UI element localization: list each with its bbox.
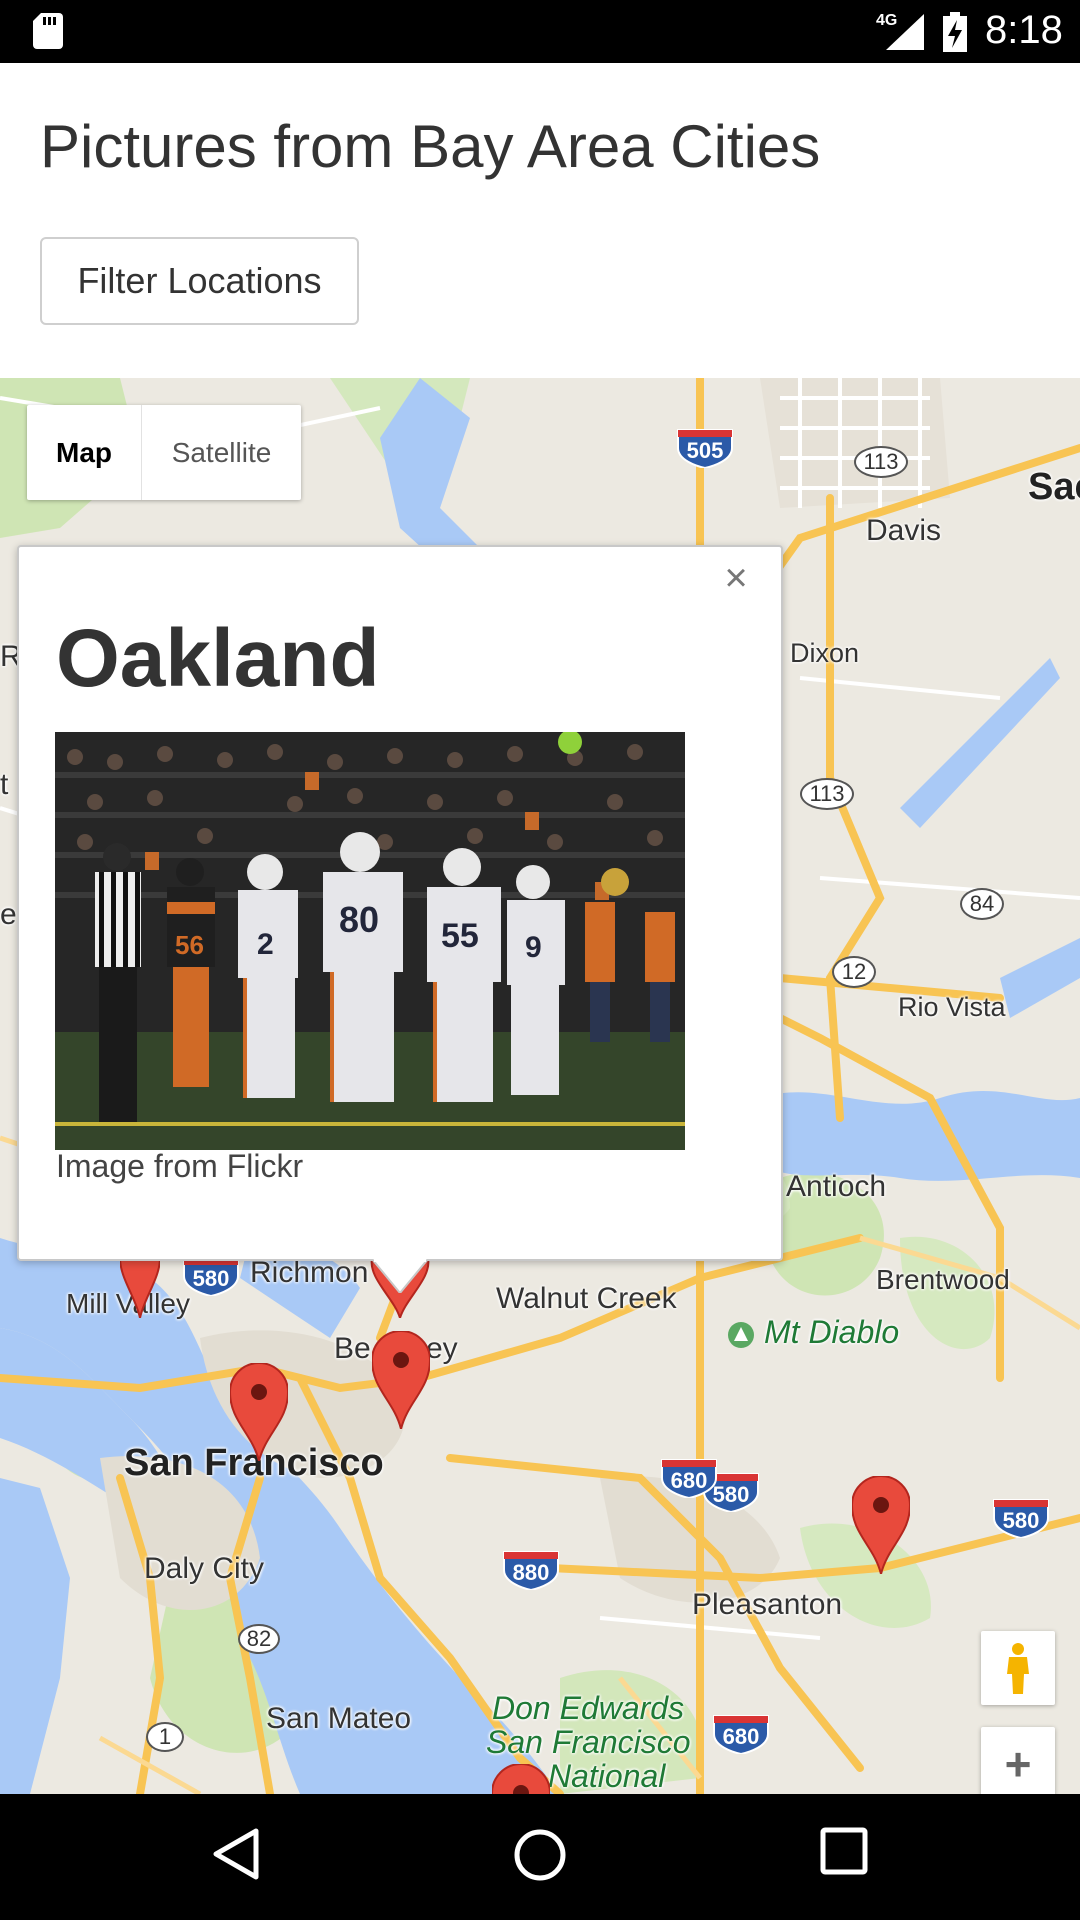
page-title: Pictures from Bay Area Cities bbox=[40, 113, 821, 180]
football-photo-image: 56 2 80 55 9 bbox=[55, 732, 685, 1150]
back-icon[interactable] bbox=[212, 1827, 260, 1881]
jersey-number: 2 bbox=[257, 928, 274, 961]
state-route-113-marker: 113 bbox=[854, 446, 908, 478]
navigation-bar bbox=[0, 1794, 1080, 1920]
interstate-505-shield: 505 bbox=[674, 424, 736, 473]
interstate-680-shield: 680 bbox=[658, 1454, 720, 1503]
recents-icon[interactable] bbox=[820, 1827, 868, 1875]
status-bar: 4G 8:18 bbox=[0, 0, 1080, 63]
signal-icon bbox=[886, 14, 924, 50]
map-label-don-edwards-2: San Francisco bbox=[486, 1724, 691, 1760]
state-route-113-marker: 113 bbox=[800, 778, 854, 810]
map-label-antioch: Antioch bbox=[786, 1170, 887, 1203]
map-label-don-edwards-3: National bbox=[548, 1758, 666, 1794]
interstate-880-shield: 880 bbox=[500, 1546, 562, 1595]
map-label-richmond: Richmon bbox=[250, 1256, 369, 1289]
map-label-sacramento: Sac bbox=[1028, 466, 1080, 508]
location-marker-mill-valley[interactable] bbox=[120, 1258, 160, 1318]
close-button[interactable]: × bbox=[718, 558, 754, 598]
street-view-pegman-button[interactable] bbox=[981, 1631, 1055, 1705]
map-type-satellite-button[interactable]: Satellite bbox=[141, 405, 301, 500]
location-marker-livermore[interactable] bbox=[852, 1476, 910, 1574]
jersey-number: 80 bbox=[339, 899, 379, 940]
location-marker-oakland[interactable] bbox=[372, 1331, 430, 1429]
jersey-number: 55 bbox=[441, 917, 479, 955]
map-label-don-edwards-1: Don Edwards bbox=[492, 1690, 685, 1726]
state-route-82-marker: 82 bbox=[238, 1624, 280, 1654]
info-window-pointer bbox=[372, 1259, 428, 1293]
map-label-daly-city: Daly City bbox=[144, 1552, 265, 1585]
location-marker-south-bay[interactable] bbox=[492, 1764, 550, 1794]
battery-charging-icon bbox=[943, 12, 967, 52]
map-label-edge-t: t bbox=[0, 768, 9, 801]
flickr-photo: 56 2 80 55 9 bbox=[55, 732, 685, 1150]
info-window-title: Oakland bbox=[56, 613, 380, 704]
map-type-map-button[interactable]: Map bbox=[27, 405, 141, 500]
map-label-san-mateo: San Mateo bbox=[266, 1702, 412, 1735]
photo-caption: Image from Flickr bbox=[56, 1148, 304, 1184]
sd-card-icon bbox=[33, 13, 63, 49]
filter-locations-button[interactable]: Filter Locations bbox=[40, 237, 359, 325]
jersey-number: 9 bbox=[525, 931, 542, 964]
map-label-rio-vista: Rio Vista bbox=[898, 992, 1006, 1022]
location-marker-san-francisco[interactable] bbox=[230, 1363, 288, 1461]
map-label-berkeley-part-1: Be bbox=[334, 1332, 371, 1365]
interstate-680-shield: 680 bbox=[710, 1710, 772, 1759]
map-label-davis: Davis bbox=[866, 514, 942, 547]
state-route-84-marker: 84 bbox=[960, 888, 1004, 920]
jersey-number: 56 bbox=[175, 930, 204, 960]
map-label-berkeley-part-2: ey bbox=[426, 1332, 458, 1365]
state-route-1-marker: 1 bbox=[146, 1722, 184, 1752]
map-label-edge-e: e bbox=[0, 898, 17, 931]
map-label-pleasanton: Pleasanton bbox=[692, 1588, 843, 1621]
map-label-brentwood: Brentwood bbox=[876, 1264, 1010, 1295]
park-icon bbox=[728, 1322, 754, 1348]
state-route-12-marker: 12 bbox=[832, 956, 876, 988]
map-label-dixon: Dixon bbox=[790, 638, 860, 668]
pegman-icon bbox=[1007, 1643, 1029, 1694]
map-label-walnut-creek: Walnut Creek bbox=[496, 1282, 677, 1315]
interstate-580-shield: 580 bbox=[990, 1494, 1052, 1543]
map-label-mt-diablo: Mt Diablo bbox=[764, 1314, 900, 1350]
zoom-in-button[interactable]: + bbox=[981, 1727, 1055, 1794]
clock: 8:18 bbox=[985, 8, 1063, 52]
home-icon[interactable] bbox=[512, 1827, 568, 1883]
map-type-control: Map Satellite bbox=[27, 405, 301, 500]
